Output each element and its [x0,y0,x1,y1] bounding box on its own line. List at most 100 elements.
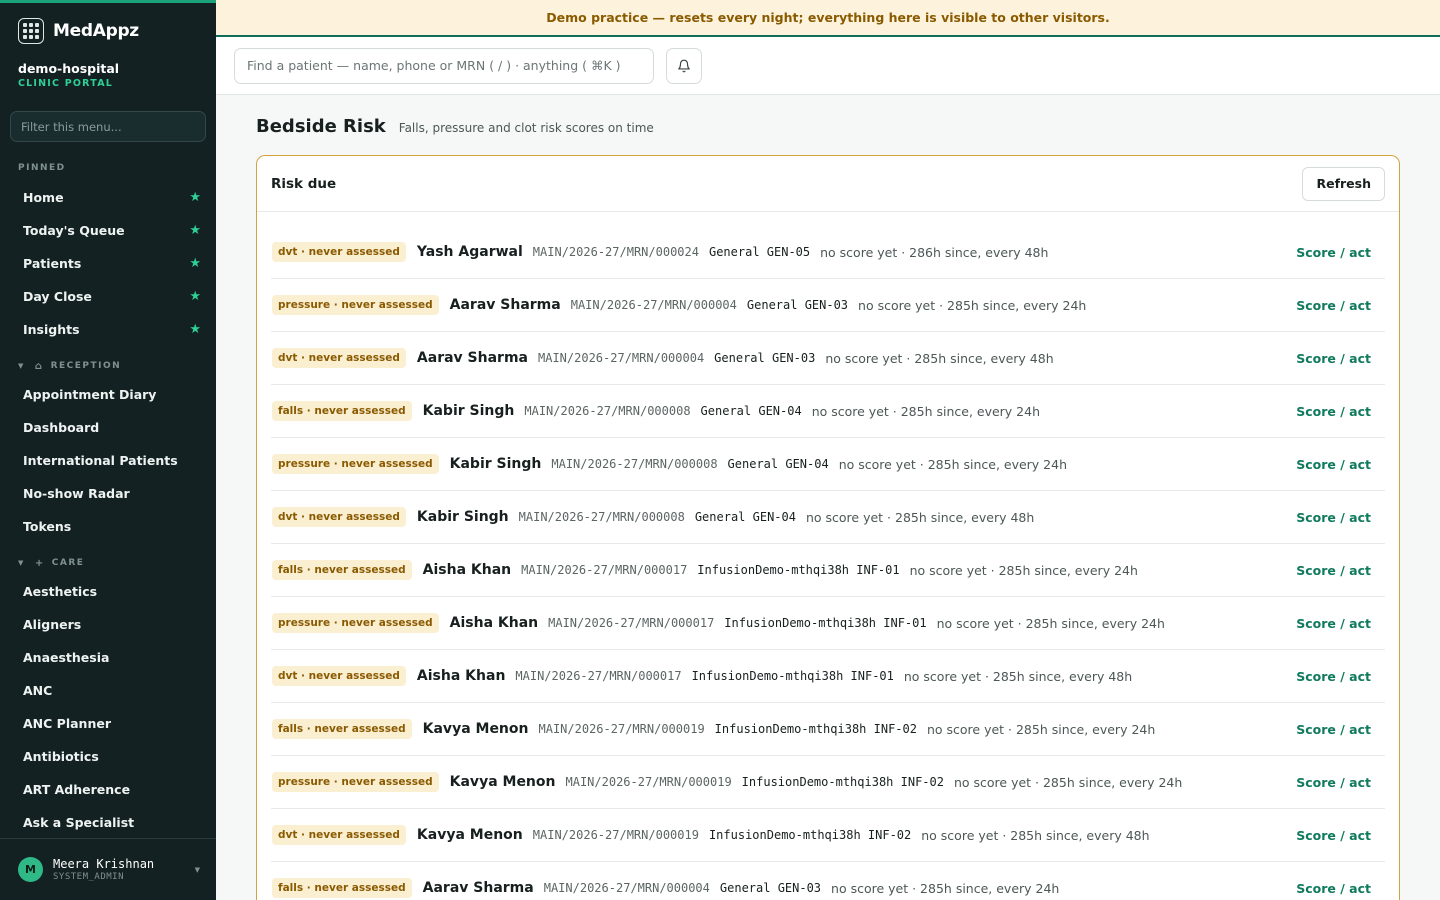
sidebar-item-anc-planner[interactable]: ANC Planner [0,707,216,740]
sidebar-item-art-adherence[interactable]: ART Adherence [0,773,216,806]
list-item: pressure · never assessed Aarav Sharma MAI… [271,279,1385,332]
score-act-link[interactable]: Score / act [1296,245,1371,260]
patient-name[interactable]: Kavya Menon [423,721,529,737]
star-icon[interactable]: ★ [189,190,201,205]
card-header: Risk due Refresh [257,156,1399,212]
patient-name[interactable]: Aisha Khan [450,615,538,631]
list-item: dvt · never assessed Aarav Sharma MAIN/202… [271,332,1385,385]
patient-name[interactable]: Kavya Menon [417,827,523,843]
sidebar-item-label: Aesthetics [23,584,98,599]
sidebar-item-label: Patients [23,256,82,271]
patient-ward: General GEN-03 [746,298,849,312]
sidebar-item-label: Day Close [23,289,92,304]
patient-name[interactable]: Kavya Menon [450,774,556,790]
patient-mrn: MAIN/2026-27/MRN/000008 [518,510,685,524]
list-item: pressure · never assessed Kavya Menon MAIN… [271,756,1385,809]
sidebar-item-tokens[interactable]: Tokens [0,510,216,543]
risk-badge: pressure · never assessed [272,772,439,792]
patient-name[interactable]: Kabir Singh [423,403,515,419]
patient-name[interactable]: Aisha Khan [417,668,505,684]
sidebar: MedAppz demo-hospital CLINIC PORTAL PINN… [0,0,216,900]
sidebar-item-label: Appointment Diary [23,387,157,402]
patient-ward: General GEN-04 [700,404,802,418]
list-item: falls · never assessed Aarav Sharma MAIN/2… [271,862,1385,900]
patient-name[interactable]: Aisha Khan [423,562,511,578]
risk-badge: falls · never assessed [272,560,412,580]
sidebar-item-international-patients[interactable]: International Patients [0,444,216,477]
patient-name[interactable]: Yash Agarwal [417,244,523,260]
star-icon[interactable]: ★ [189,223,201,238]
nav-group-reception[interactable]: ▼ ⌂ RECEPTION [0,359,216,373]
patient-name[interactable]: Kabir Singh [450,456,542,472]
score-act-link[interactable]: Score / act [1296,510,1371,525]
patient-name[interactable]: Aarav Sharma [423,880,534,896]
sidebar-item-no-show-radar[interactable]: No-show Radar [0,477,216,510]
nav-group-label: RECEPTION [50,361,122,371]
user-role: SYSTEM_ADMIN [53,872,125,882]
sidebar-item-label: No-show Radar [23,486,130,501]
notifications-button[interactable] [666,47,702,84]
sidebar-item-anaesthesia[interactable]: Anaesthesia [0,641,216,674]
sidebar-item-home[interactable]: Home ★ [0,181,216,214]
patient-name[interactable]: Kabir Singh [417,509,509,525]
brand[interactable]: MedAppz [0,3,216,59]
refresh-button[interactable]: Refresh [1302,166,1385,201]
nav-group-care[interactable]: ▼ + CARE [0,556,216,570]
org-name: demo-hospital [18,61,120,76]
topbar [216,37,1440,95]
sidebar-item-patients[interactable]: Patients ★ [0,247,216,280]
score-act-link[interactable]: Score / act [1296,775,1371,790]
score-act-link[interactable]: Score / act [1296,616,1371,631]
score-status: no score yet · 285h since, every 24h [831,880,1060,896]
score-act-link[interactable]: Score / act [1296,828,1371,843]
score-status: no score yet · 285h since, every 48h [921,827,1150,843]
score-status: no score yet · 285h since, every 24h [936,615,1165,631]
risk-badge: dvt · never assessed [272,666,406,686]
sidebar-item-antibiotics[interactable]: Antibiotics [0,740,216,773]
score-act-link[interactable]: Score / act [1296,563,1371,578]
sidebar-item-insights[interactable]: Insights ★ [0,313,216,346]
sidebar-item-today-s-queue[interactable]: Today's Queue ★ [0,214,216,247]
page-subtitle: Falls, pressure and clot risk scores on … [398,121,654,135]
patient-mrn: MAIN/2026-27/MRN/000004 [543,881,710,895]
sidebar-item-label: Ask a Specialist [23,815,135,830]
sidebar-item-dashboard[interactable]: Dashboard [0,411,216,444]
sidebar-item-day-close[interactable]: Day Close ★ [0,280,216,313]
patient-name[interactable]: Aarav Sharma [417,350,528,366]
score-act-link[interactable]: Score / act [1296,457,1371,472]
sidebar-item-aligners[interactable]: Aligners [0,608,216,641]
score-act-link[interactable]: Score / act [1296,351,1371,366]
score-act-link[interactable]: Score / act [1296,298,1371,313]
patient-ward: InfusionDemo-mthqi38h INF-02 [708,828,912,842]
star-icon[interactable]: ★ [189,289,201,304]
sidebar-item-ask-a-specialist[interactable]: Ask a Specialist [0,806,216,839]
star-icon[interactable]: ★ [189,322,201,337]
score-act-link[interactable]: Score / act [1296,722,1371,737]
sidebar-item-aesthetics[interactable]: Aesthetics [0,575,216,608]
patient-name[interactable]: Aarav Sharma [450,297,561,313]
patient-ward: General GEN-03 [719,881,822,895]
sidebar-item-label: ART Adherence [23,782,131,797]
score-act-link[interactable]: Score / act [1296,404,1371,419]
star-icon[interactable]: ★ [189,256,201,271]
sidebar-item-anc[interactable]: ANC [0,674,216,707]
demo-banner: Demo practice — resets every night; ever… [216,0,1440,37]
org-subtitle: CLINIC PORTAL [18,78,114,89]
risk-badge: falls · never assessed [272,401,412,421]
user-menu[interactable]: M Meera Krishnan SYSTEM_ADMIN ▼ [0,838,216,900]
patient-search[interactable] [234,47,654,84]
risk-list: dvt · never assessed Yash Agarwal MAIN/202… [257,212,1399,900]
nav-group-label: CARE [51,558,85,568]
search-input[interactable] [247,58,641,73]
sidebar-item-label: Anaesthesia [23,650,110,665]
list-item: dvt · never assessed Aisha Khan MAIN/2026-… [271,650,1385,703]
score-status: no score yet · 285h since, every 48h [805,509,1035,525]
menu-filter-input[interactable] [21,119,195,134]
sidebar-item-label: ANC Planner [23,716,111,731]
menu-filter[interactable] [10,111,206,142]
score-act-link[interactable]: Score / act [1296,881,1371,896]
score-act-link[interactable]: Score / act [1296,669,1371,684]
card-title: Risk due [271,175,337,192]
sidebar-item-appointment-diary[interactable]: Appointment Diary [0,378,216,411]
sidebar-item-label: ANC [23,683,53,698]
